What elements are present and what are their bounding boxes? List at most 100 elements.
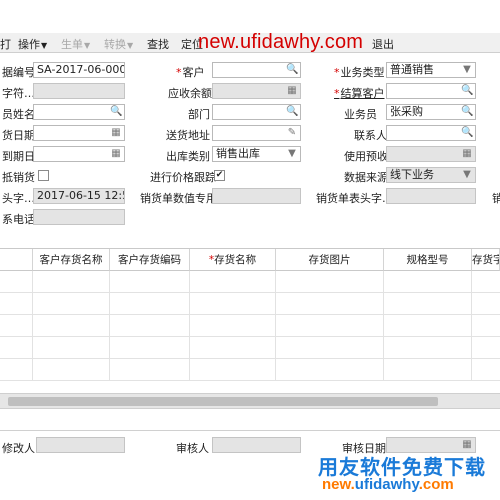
data-source-select: 线下业务 ▼ xyxy=(386,167,476,183)
search-icon[interactable]: 🔍 xyxy=(286,64,298,76)
grid-header-item-char[interactable]: 存货字 xyxy=(472,249,500,271)
contact-field[interactable]: 🔍 xyxy=(386,125,476,141)
grid-header-item-name[interactable]: *存货名称 xyxy=(190,249,276,271)
grid-header-item-image[interactable]: 存货图片 xyxy=(276,249,384,271)
chevron-down-icon: ▼ xyxy=(463,64,471,75)
business-type-value: 普通销售 xyxy=(390,63,434,76)
detail-grid: 客户存货名称 客户存货编码 *存货名称 存货图片 规格型号 存货字 xyxy=(0,248,500,393)
auditor-field xyxy=(212,437,301,453)
salesperson-value: 张采购 xyxy=(390,105,423,118)
header-form: 据编号 SA-2017-06-0001 *客户 🔍 *业务类型 普通销售 ▼ 字符… xyxy=(0,58,500,230)
header-char-label: 头字… xyxy=(2,192,35,205)
char-field xyxy=(33,83,125,99)
grid-header-spec[interactable]: 规格型号 xyxy=(384,249,472,271)
price-track-checkbox[interactable]: ✔ xyxy=(214,170,225,181)
grid-header-cust-item-code[interactable]: 客户存货编码 xyxy=(110,249,190,271)
doc-no-field[interactable]: SA-2017-06-0001 xyxy=(33,62,125,78)
business-type-select[interactable]: 普通销售 ▼ xyxy=(386,62,476,78)
settle-customer-field[interactable]: 🔍 xyxy=(386,83,476,99)
outbound-type-value: 销售出库 xyxy=(216,147,260,160)
chevron-down-icon: ▼ xyxy=(84,41,91,50)
toolbar-convert[interactable]: 转换▼ xyxy=(104,36,133,52)
customer-label: *客户 xyxy=(176,64,205,80)
edit-icon[interactable]: ✎ xyxy=(286,127,298,139)
chevron-down-icon: ▼ xyxy=(41,41,48,50)
calendar-icon[interactable]: ▦ xyxy=(110,127,122,139)
price-track-label: 进行价格跟踪 xyxy=(150,171,216,184)
header-char-field: 2017-06-15 12:5 xyxy=(33,188,125,204)
truncated-label: 销 xyxy=(492,192,500,205)
write-off-label: 抵销货 xyxy=(2,171,35,184)
toolbar-generate-label: 生单 xyxy=(61,38,83,51)
toolbar-operate-label: 操作 xyxy=(18,38,40,51)
settle-customer-label-text: 结算客户 xyxy=(340,87,385,100)
ship-address-field[interactable]: ✎ xyxy=(212,125,301,141)
header-char2-field xyxy=(386,188,476,204)
grid-header-cust-item-name[interactable]: 客户存货名称 xyxy=(33,249,110,271)
customer-label-text: 客户 xyxy=(182,66,205,79)
due-date-field[interactable]: ▦ xyxy=(33,146,125,162)
prepay-field: ▦ xyxy=(386,146,476,162)
search-icon[interactable]: 🔍 xyxy=(461,106,473,118)
required-mark: * xyxy=(334,87,340,100)
qty-only-field xyxy=(212,188,301,204)
table-row[interactable] xyxy=(0,337,500,359)
write-off-checkbox[interactable] xyxy=(38,170,49,181)
calendar-icon[interactable]: ▦ xyxy=(110,148,122,160)
horizontal-scrollbar[interactable] xyxy=(0,393,500,409)
toolbar-generate[interactable]: 生单▼ xyxy=(61,36,90,52)
table-row[interactable] xyxy=(0,315,500,337)
toolbar-convert-label: 转换 xyxy=(104,38,126,51)
watermark-url-main: ufidawhy xyxy=(354,476,419,493)
modifier-label: 修改人 xyxy=(2,442,35,455)
toolbar-exit[interactable]: 退出 xyxy=(372,36,394,52)
calculator-icon: ▦ xyxy=(462,148,472,159)
employee-name-label: 员姓名 xyxy=(2,108,35,121)
checkmark-icon: ✔ xyxy=(215,170,224,180)
toolbar-find[interactable]: 查找 xyxy=(147,36,169,52)
watermark-url-prefix: new. xyxy=(322,476,355,493)
watermark-bottom-url: new.ufidawhy.com xyxy=(322,476,454,493)
chevron-down-icon: ▼ xyxy=(463,169,471,180)
outbound-type-label: 出库类别 xyxy=(166,150,210,163)
department-label: 部门 xyxy=(188,108,210,121)
required-mark: * xyxy=(176,66,182,79)
salesperson-label: 业务员 xyxy=(344,108,377,121)
qty-only-label: 销货单数值专用 xyxy=(140,192,217,205)
watermark-url-suffix: .com xyxy=(418,476,454,493)
search-icon[interactable]: 🔍 xyxy=(461,85,473,97)
header-char2-label: 销货单表头字… xyxy=(316,192,393,205)
customer-field[interactable]: 🔍 xyxy=(212,62,301,78)
contact-label: 联系人 xyxy=(354,129,387,142)
auditor-label: 审核人 xyxy=(176,442,209,455)
ship-date-field[interactable]: ▦ xyxy=(33,125,125,141)
table-row[interactable] xyxy=(0,293,500,315)
search-icon[interactable]: 🔍 xyxy=(286,106,298,118)
receivable-field: ▦ xyxy=(212,83,301,99)
table-row[interactable] xyxy=(0,359,500,381)
doc-no-label: 据编号 xyxy=(2,66,35,79)
watermark-top-url: new.ufidawhy.com xyxy=(198,31,364,53)
business-type-label: *业务类型 xyxy=(334,64,385,80)
phone-field xyxy=(33,209,125,225)
outbound-type-select[interactable]: 销售出库 ▼ xyxy=(212,146,301,162)
calendar-icon: ▦ xyxy=(462,439,472,450)
salesperson-field[interactable]: 张采购 🔍 xyxy=(386,104,476,120)
data-source-label: 数据来源 xyxy=(344,171,388,184)
data-source-value: 线下业务 xyxy=(390,168,434,181)
settle-customer-label: *结算客户 xyxy=(334,85,385,101)
department-field[interactable]: 🔍 xyxy=(212,104,301,120)
employee-name-field[interactable]: 🔍 xyxy=(33,104,125,120)
search-icon[interactable]: 🔍 xyxy=(110,106,122,118)
toolbar-print[interactable]: 打 xyxy=(0,36,11,52)
ship-address-label: 送货地址 xyxy=(166,129,210,142)
calculator-icon: ▦ xyxy=(287,85,297,96)
table-row[interactable] xyxy=(0,271,500,293)
search-icon[interactable]: 🔍 xyxy=(461,127,473,139)
scrollbar-thumb[interactable] xyxy=(8,397,438,406)
toolbar-operate[interactable]: 操作▼ xyxy=(18,36,47,52)
business-type-label-text: 业务类型 xyxy=(340,66,385,79)
due-date-label: 到期日 xyxy=(2,150,35,163)
phone-label: 系电话 xyxy=(2,213,35,226)
ship-date-label: 货日期 xyxy=(2,129,35,142)
